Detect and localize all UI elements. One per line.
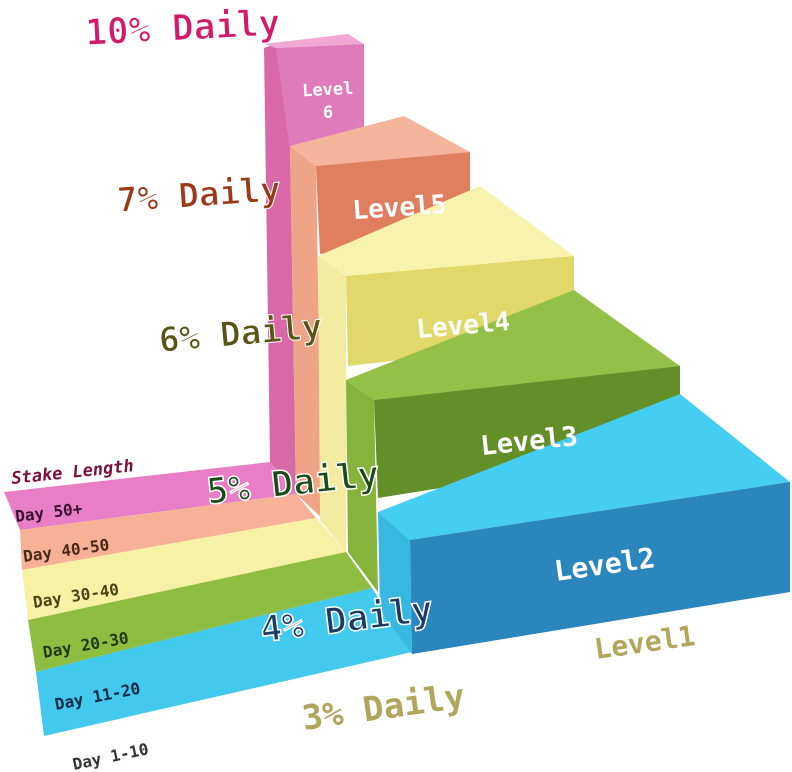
level-6-label-line1: Level: [302, 79, 354, 102]
stake-row-day-1-10-label: Day 1-10: [71, 739, 150, 772]
rate-7-daily: 7% Daily: [116, 170, 282, 221]
staking-levels-diagram: Level 6 Level5 Level4 Level3 Level2 Leve…: [4, 2, 790, 772]
level-1-label: Level1: [592, 619, 697, 666]
level-4-side: [318, 256, 346, 552]
rate-3-daily: 3% Daily: [300, 677, 468, 739]
level-6-label-line2: 6: [323, 103, 333, 123]
rate-10-daily: 10% Daily: [84, 3, 281, 54]
